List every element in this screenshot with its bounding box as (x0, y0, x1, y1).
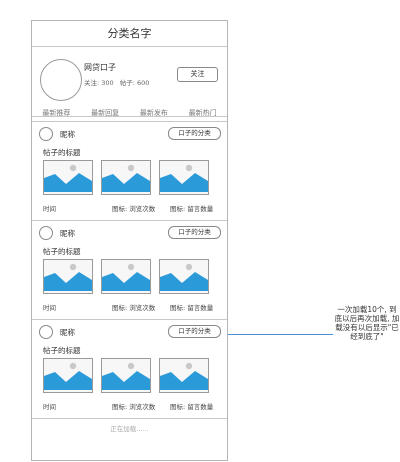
avatar[interactable] (39, 226, 53, 240)
tab-latest-posts[interactable]: 最新发布 (130, 106, 179, 121)
category-button[interactable]: 口子的分类 (168, 226, 221, 239)
post-title[interactable]: 帖子的标题 (43, 246, 81, 257)
image-placeholder-icon[interactable] (43, 259, 93, 294)
avatar[interactable] (40, 59, 82, 101)
category-button[interactable]: 口子的分类 (168, 127, 221, 140)
image-placeholder-icon[interactable] (101, 259, 151, 294)
post-title[interactable]: 帖子的标题 (43, 345, 81, 356)
comment-count: 图标: 留言数量 (170, 403, 214, 411)
tab-latest-replies[interactable]: 最新回复 (81, 106, 130, 121)
post-title[interactable]: 帖子的标题 (43, 147, 81, 158)
tab-bar: 最新推荐 最新回复 最新发布 最新热门 (32, 106, 227, 122)
view-count: 图标: 浏览次数 (112, 304, 156, 312)
image-placeholder-icon[interactable] (101, 160, 151, 195)
post-count: 帖子: 600 (119, 79, 150, 87)
loading-indicator: 正在加载...... (110, 425, 149, 433)
tab-latest-hot[interactable]: 最新热门 (178, 106, 227, 121)
nickname[interactable]: 昵称 (60, 327, 75, 338)
post-item[interactable]: 昵称 口子的分类 帖子的标题 时间 图标: 浏览次数 图标: 留言数量 (32, 221, 227, 320)
image-placeholder-icon[interactable] (43, 160, 93, 195)
page-title: 分类名字 (32, 21, 227, 47)
image-placeholder-icon[interactable] (159, 160, 209, 195)
follow-count: 关注: 300 (84, 79, 114, 87)
avatar[interactable] (39, 325, 53, 339)
post-time: 时间 (43, 403, 56, 411)
comment-count: 图标: 留言数量 (170, 304, 214, 312)
nickname[interactable]: 昵称 (60, 228, 75, 239)
image-placeholder-icon[interactable] (159, 259, 209, 294)
category-name: 网贷口子 (84, 63, 116, 72)
image-row (43, 160, 217, 195)
view-count: 图标: 浏览次数 (112, 205, 156, 213)
post-item[interactable]: 昵称 口子的分类 帖子的标题 时间 图标: 浏览次数 图标: 留言数量 (32, 320, 227, 419)
annotation-connector-line (228, 334, 333, 335)
post-time: 时间 (43, 205, 56, 213)
image-placeholder-icon[interactable] (159, 358, 209, 393)
profile-stats: 关注: 300 帖子: 600 (84, 77, 153, 87)
annotation-note: 一次加载10个, 到底以后再次加载, 加载没有以后显示"已经到底了" (334, 305, 400, 341)
comment-count: 图标: 留言数量 (170, 205, 214, 213)
avatar[interactable] (39, 127, 53, 141)
tab-latest-recommended[interactable]: 最新推荐 (32, 106, 81, 121)
nickname[interactable]: 昵称 (60, 129, 75, 140)
phone-frame: 分类名字 网贷口子 关注: 300 帖子: 600 关注 最新推荐 最新回复 最… (31, 20, 228, 461)
image-placeholder-icon[interactable] (43, 358, 93, 393)
image-row (43, 259, 217, 294)
category-button[interactable]: 口子的分类 (168, 325, 221, 338)
follow-button[interactable]: 关注 (177, 67, 218, 82)
post-time: 时间 (43, 304, 56, 312)
image-placeholder-icon[interactable] (101, 358, 151, 393)
view-count: 图标: 浏览次数 (112, 403, 156, 411)
post-item[interactable]: 昵称 口子的分类 帖子的标题 时间 图标: 浏览次数 图标: 留言数量 (32, 122, 227, 221)
image-row (43, 358, 217, 393)
